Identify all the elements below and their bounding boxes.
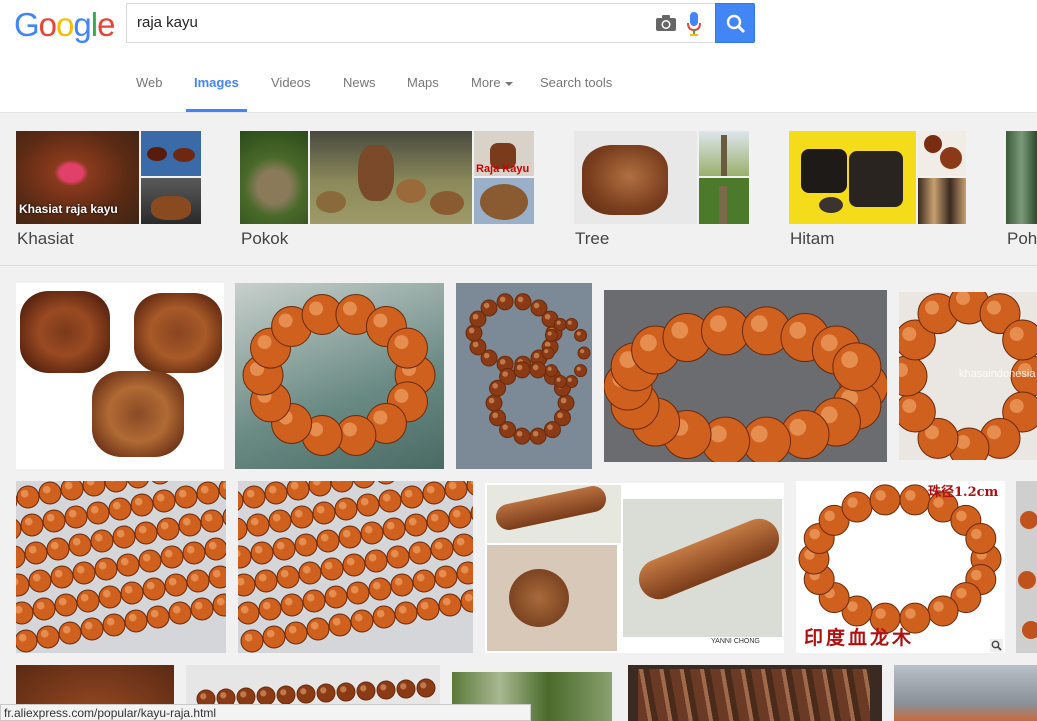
related-label: Pokok: [241, 229, 289, 248]
tab-images[interactable]: Images: [194, 75, 239, 90]
bead-size-label: 珠径1.2cm: [928, 485, 999, 500]
active-tab-indicator: [186, 109, 247, 112]
related-thumb-caption: Khasiat raja kayu: [19, 202, 118, 216]
tab-more[interactable]: More: [471, 75, 513, 90]
related-thumbs: Khasiat raja kayu: [16, 131, 201, 224]
camera-icon[interactable]: [655, 14, 677, 32]
magnifier-icon: [726, 14, 746, 34]
related-item-hitam[interactable]: Hitam: [789, 131, 966, 248]
related-item-tree[interactable]: Tree: [574, 131, 749, 248]
logo-letter: g: [73, 6, 91, 43]
tab-web[interactable]: Web: [136, 75, 163, 90]
bead-strands: [238, 481, 473, 653]
result-image[interactable]: [604, 290, 887, 462]
result-image[interactable]: [16, 283, 224, 469]
result-image[interactable]: [1016, 481, 1037, 653]
tab-search-tools[interactable]: Search tools: [540, 75, 612, 90]
search-input[interactable]: [137, 14, 637, 31]
watermark-text: khasaindonesia: [959, 368, 1036, 380]
barrel-bead-bracelet: [604, 306, 887, 462]
related-thumb-tree: [574, 131, 697, 224]
logo-letter: G: [14, 6, 40, 43]
result-image[interactable]: [235, 283, 444, 469]
status-bar-url: fr.aliexpress.com/popular/kayu-raja.html: [0, 704, 531, 721]
related-thumbs: [1006, 131, 1037, 224]
related-thumbs: [574, 131, 749, 224]
related-searches: Khasiat raja kayu Khasiat Raja Kayu Poko…: [0, 114, 1037, 266]
result-image[interactable]: [238, 481, 473, 653]
logo-letter: o: [56, 6, 74, 43]
related-thumb-pokok: [310, 131, 472, 224]
related-thumbs: Raja Kayu: [240, 131, 534, 224]
watermark-text: Raja Kayu: [476, 163, 530, 175]
related-item-khasiat[interactable]: Khasiat raja kayu Khasiat: [16, 131, 201, 248]
tab-maps[interactable]: Maps: [407, 75, 439, 90]
result-image[interactable]: [16, 481, 226, 653]
search-button[interactable]: [715, 3, 755, 43]
related-thumb: Raja Kayu: [474, 131, 534, 176]
tab-news[interactable]: News: [343, 75, 376, 90]
watermark-text: YANNI CHONG: [711, 638, 760, 645]
related-item-poh[interactable]: Poh: [1006, 131, 1037, 248]
related-item-pokok[interactable]: Raja Kayu Pokok: [240, 131, 534, 248]
search-tabs: Web Images Videos News Maps More Search …: [0, 55, 1037, 113]
tab-more-label: More: [471, 75, 501, 90]
result-image[interactable]: khasaindonesia: [899, 292, 1037, 460]
related-thumb: [141, 178, 201, 224]
result-image[interactable]: [456, 283, 592, 469]
related-thumb: [1006, 131, 1037, 224]
zoom-icon[interactable]: [990, 639, 1003, 652]
result-image[interactable]: YANNI CHONG: [485, 483, 784, 653]
related-label: Hitam: [790, 229, 835, 248]
bead-strands: [16, 481, 226, 653]
related-thumb: [141, 131, 201, 176]
related-label: Khasiat: [17, 229, 74, 248]
related-thumb: [918, 131, 966, 176]
caret-down-icon: [504, 81, 513, 86]
bead-bracelet: [242, 294, 436, 456]
related-thumb: [699, 178, 749, 224]
search-box[interactable]: [126, 3, 716, 43]
bead-bracelets: [465, 293, 591, 445]
logo-letter: e: [97, 6, 115, 43]
related-thumb: [240, 131, 308, 224]
related-thumb: [918, 178, 966, 224]
microphone-icon[interactable]: [686, 11, 702, 37]
logo-letter: o: [38, 6, 57, 43]
result-image[interactable]: [894, 665, 1037, 721]
related-thumb: [699, 131, 749, 176]
top-bar: Google: [0, 0, 1037, 55]
related-thumb: [474, 178, 534, 224]
result-image[interactable]: [628, 665, 882, 721]
related-thumb-hitam: [789, 131, 916, 224]
related-label: Poh: [1007, 229, 1037, 248]
related-thumb-khasiat: Khasiat raja kayu: [16, 131, 139, 224]
result-image[interactable]: 珠径1.2cm 印度血龙木: [796, 481, 1005, 653]
tab-videos[interactable]: Videos: [271, 75, 311, 90]
related-label: Tree: [575, 229, 610, 248]
related-thumbs: [789, 131, 966, 224]
google-logo[interactable]: Google: [14, 6, 115, 44]
product-name-label: 印度血龙木: [804, 627, 915, 649]
